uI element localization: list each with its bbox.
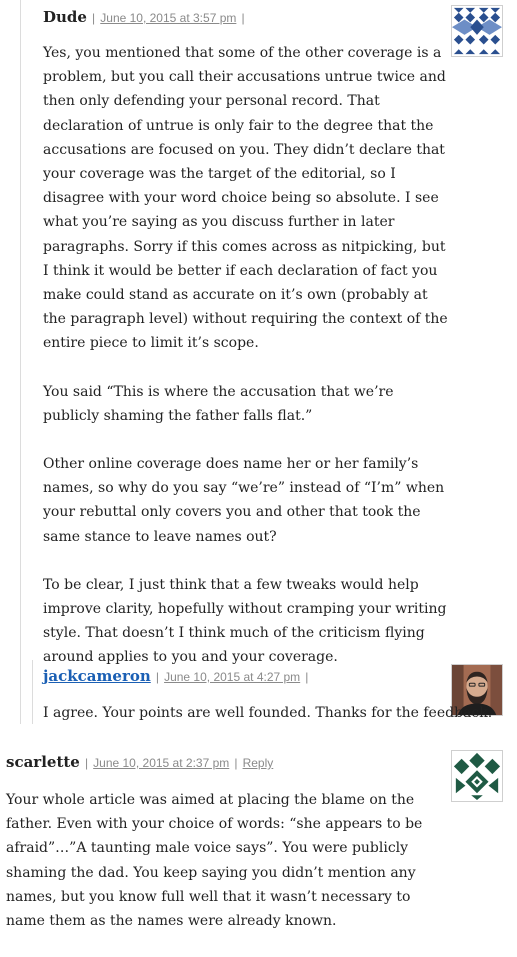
thread-line-outer [20, 0, 21, 724]
meta-separator: | [92, 11, 96, 25]
comment-header: jackcameron | June 10, 2015 at 4:27 pm | [43, 666, 308, 685]
comment-author-link[interactable]: jackcameron [43, 667, 151, 685]
comment-paragraph: Your whole article was aimed at placing … [6, 792, 423, 930]
comment-paragraph: Yes, you mentioned that some of the othe… [43, 45, 448, 352]
meta-separator: | [241, 11, 245, 25]
comment-date-link[interactable]: June 10, 2015 at 3:57 pm [100, 11, 236, 25]
comment-body: Your whole article was aimed at placing … [6, 788, 448, 957]
comment-date-link[interactable]: June 10, 2015 at 4:27 pm [164, 670, 300, 684]
blue-quilt-pattern-avatar [452, 6, 502, 56]
thread-line-inner [32, 660, 33, 724]
meta-separator: | [305, 670, 309, 684]
avatar [451, 750, 503, 802]
comment-body: I agree. Your points are well founded. T… [43, 701, 493, 749]
comment-header: scarlette | June 10, 2015 at 2:37 pm | R… [6, 752, 273, 771]
meta-separator: | [155, 670, 159, 684]
comment-paragraph: To be clear, I just think that a few twe… [43, 576, 447, 666]
reply-link[interactable]: Reply [243, 756, 274, 770]
comment-paragraph: Other online coverage does name her or h… [43, 456, 445, 545]
comment-author: Dude [43, 8, 87, 26]
avatar [451, 5, 503, 57]
meta-separator: | [234, 756, 238, 770]
comment-body: Yes, you mentioned that some of the othe… [43, 41, 448, 694]
comment-paragraph: I agree. Your points are well founded. T… [43, 705, 493, 721]
comment-author: scarlette [6, 753, 80, 771]
green-geometric-pattern-avatar [452, 751, 502, 801]
comment-header: Dude | June 10, 2015 at 3:57 pm | [43, 7, 245, 26]
meta-separator: | [84, 756, 89, 770]
comment-paragraph: You said “This is where the accusation t… [43, 383, 394, 424]
comment-date-link[interactable]: June 10, 2015 at 2:37 pm [93, 756, 229, 770]
